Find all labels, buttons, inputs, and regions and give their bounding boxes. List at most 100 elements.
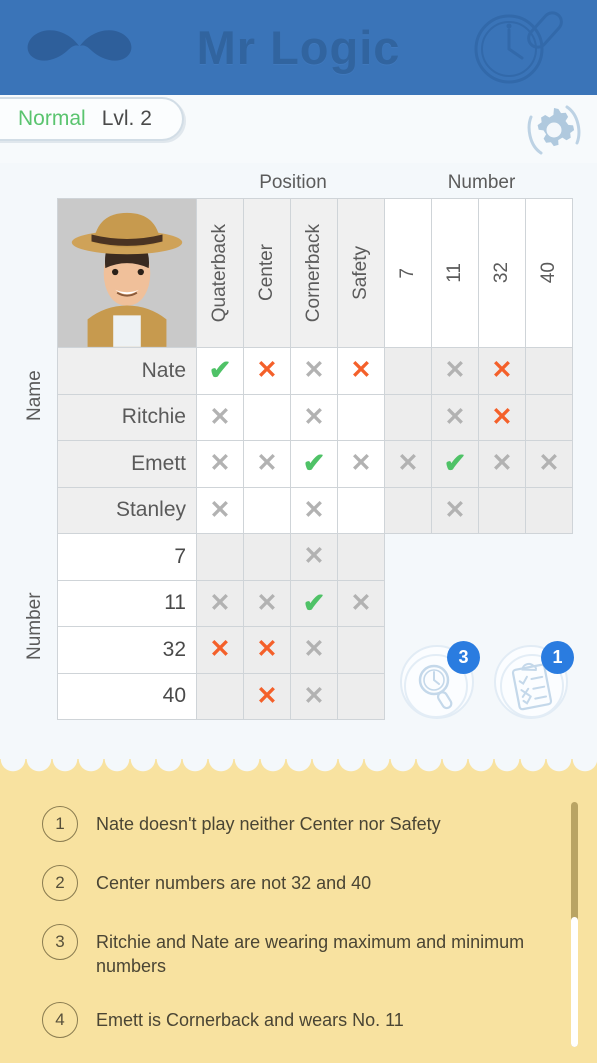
gear-icon[interactable] [525,101,583,159]
cross-gray-icon: ✕ [256,588,278,617]
category-name-label: Name [24,370,45,422]
cross-gray-icon: ✕ [303,635,325,664]
cross-gray-icon: ✕ [444,495,466,524]
notes-badge: 1 [541,641,574,674]
scrollbar-thumb[interactable] [571,917,578,1047]
grid-cell[interactable] [526,394,573,441]
grid-cell[interactable]: ✕ [244,580,291,627]
cross-gray-icon: ✕ [303,495,325,524]
cross-red-icon: ✕ [209,635,231,664]
grid-cell-empty-area [526,581,573,628]
grid-cell[interactable] [526,487,573,534]
grid-cell[interactable] [385,348,432,395]
hint-button[interactable]: 3 [400,641,480,719]
grid-cell[interactable]: ✕ [338,441,385,488]
clue-item[interactable]: 1 Nate doesn't play neither Center nor Sa… [0,794,560,853]
grid-cell[interactable] [338,627,385,674]
grid-row: 11 ✕ ✕ ✔ ✕ [57,580,575,628]
grid-cell[interactable]: ✕ [291,534,338,581]
grid-cell[interactable]: ✕ [197,487,244,534]
clues-scrollbar[interactable] [571,802,578,1047]
grid-cell[interactable] [244,534,291,581]
column-header-label: Safety [350,246,371,300]
grid-cell[interactable]: ✕ [291,673,338,720]
grid-cell[interactable]: ✕ [526,441,573,488]
clue-number: 3 [42,924,78,960]
grid-cell[interactable]: ✕ [244,673,291,720]
column-header-label: Quaterback [209,223,230,323]
magnifier-icon [474,11,563,84]
grid-cell[interactable]: ✕ [432,394,479,441]
grid-cell[interactable]: ✔ [291,441,338,488]
clue-list: 1 Nate doesn't play neither Center nor Sa… [0,794,560,1049]
row-header-40: 40 [57,673,197,720]
column-header-label: 11 [444,263,465,283]
grid-cell[interactable]: ✕ [291,627,338,674]
check-icon: ✔ [208,355,232,386]
check-icon: ✔ [302,448,326,479]
grid-cell[interactable]: ✕ [197,394,244,441]
cross-gray-icon: ✕ [444,356,466,385]
cross-gray-icon: ✕ [303,402,325,431]
grid-cell[interactable]: ✕ [479,348,526,395]
grid-cell[interactable]: ✕ [479,441,526,488]
cross-red-icon: ✕ [491,356,513,385]
column-header-label: 40 [538,262,559,284]
row-header-stanley: Stanley [57,487,197,534]
cross-red-icon: ✕ [256,635,278,664]
cross-gray-icon: ✕ [350,588,372,617]
grid-cell[interactable]: ✕ [244,441,291,488]
cross-gray-icon: ✕ [303,356,325,385]
app-root: Mr Logic Normal Lvl. 2 Position Number N… [0,0,597,1063]
grid-cell-empty-area [479,534,526,581]
grid-cell[interactable] [338,673,385,720]
grid-cell[interactable] [385,487,432,534]
grid-cell[interactable]: ✔ [291,580,338,627]
grid-row: Stanley ✕ ✕ ✕ [57,487,575,534]
grid-cell[interactable] [338,534,385,581]
grid-cell[interactable]: ✕ [432,487,479,534]
grid-cell[interactable]: ✕ [197,580,244,627]
grid-cell[interactable] [244,487,291,534]
grid-cell[interactable]: ✕ [291,348,338,395]
check-icon: ✔ [302,587,326,618]
grid-cell[interactable] [526,348,573,395]
level-badge[interactable]: Normal Lvl. 2 [0,97,184,141]
notes-button[interactable]: 1 [494,641,574,719]
clue-item[interactable]: 2 Center numbers are not 32 and 40 [0,853,560,912]
clue-text: Emett is Cornerback and wears No. 11 [96,1009,404,1030]
grid-cell[interactable]: ✕ [244,348,291,395]
grid-cell[interactable] [479,487,526,534]
grid-cell[interactable] [197,534,244,581]
grid-cell[interactable] [385,394,432,441]
grid-cell[interactable] [197,673,244,720]
grid-cell-empty-area [432,534,479,581]
grid-cell[interactable]: ✕ [432,348,479,395]
grid-cell[interactable] [338,487,385,534]
grid-cell[interactable]: ✕ [479,394,526,441]
grid-cell[interactable]: ✕ [197,627,244,674]
row-header-11: 11 [57,580,197,627]
grid-cell[interactable] [338,394,385,441]
logic-grid[interactable]: Quaterback Center Cornerback Safety 7 11 32 40 N… [57,198,575,722]
cross-gray-icon: ✕ [303,681,325,710]
level-bar: Normal Lvl. 2 [0,95,597,163]
grid-cell[interactable]: ✔ [197,348,244,395]
clue-item[interactable]: 4 Emett is Cornerback and wears No. 11 [0,990,560,1049]
clue-item[interactable]: 3 Ritchie and Nate are wearing maximum an… [0,912,560,990]
category-position-label: Position [259,172,327,193]
grid-cell[interactable]: ✕ [244,627,291,674]
grid-cell[interactable] [244,394,291,441]
column-header-40: 40 [526,198,573,348]
hint-badge: 3 [447,641,480,674]
grid-cell[interactable]: ✔ [432,441,479,488]
grid-cell[interactable]: ✕ [197,441,244,488]
difficulty-label: Normal [18,107,86,130]
grid-cell[interactable]: ✕ [338,348,385,395]
cross-gray-icon: ✕ [350,449,372,478]
grid-cell[interactable]: ✕ [291,487,338,534]
grid-cell[interactable]: ✕ [338,580,385,627]
grid-cell[interactable]: ✕ [385,441,432,488]
grid-cell[interactable]: ✕ [291,394,338,441]
column-header-32: 32 [479,198,526,348]
